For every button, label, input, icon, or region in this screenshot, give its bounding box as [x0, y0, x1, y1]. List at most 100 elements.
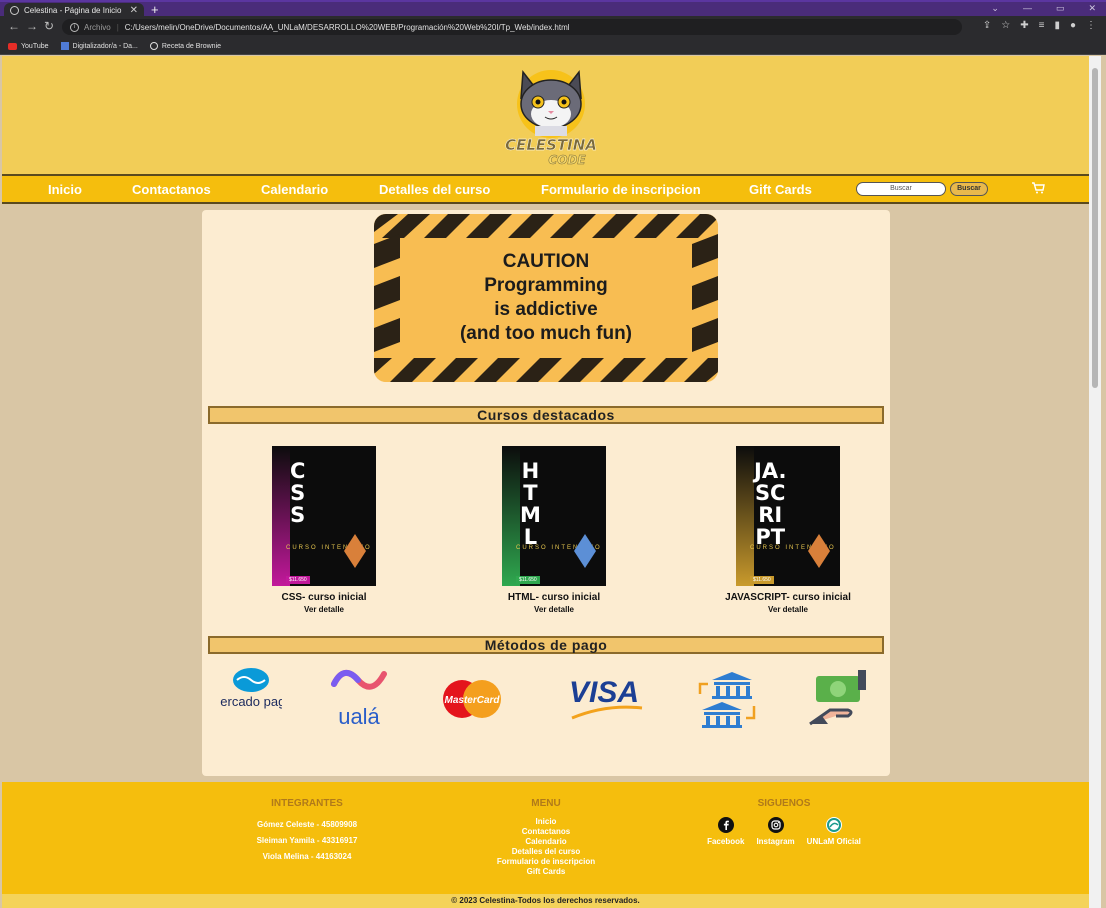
- diamond-icon: [344, 534, 366, 568]
- footer-link-formulario[interactable]: Formulario de inscripcion: [476, 857, 616, 867]
- course-poster-javascript[interactable]: JA. SC RI PT CURSO INTENSIVO $11.650: [736, 446, 840, 586]
- sidepanel-icon[interactable]: ▮: [1054, 20, 1060, 32]
- bookmarks-bar: YouTube Digitalizador/a - Da... Receta d…: [0, 38, 1106, 55]
- diamond-icon: [808, 534, 830, 568]
- footer-link-detalles[interactable]: Detalles del curso: [476, 847, 616, 857]
- nav-item-inicio[interactable]: Inicio: [48, 182, 82, 197]
- search-input[interactable]: Buscar: [856, 182, 946, 196]
- forward-arrow-icon[interactable]: →: [26, 20, 38, 32]
- course-poster-css[interactable]: CSS CURSO INTENSIVO $11.650: [272, 446, 376, 586]
- member-name: Gómez Celeste - 45809908: [256, 820, 358, 829]
- poster-title: HTML: [520, 459, 541, 549]
- poster-title: CSS: [290, 459, 306, 527]
- visa-logo: VISA: [569, 676, 643, 720]
- back-arrow-icon[interactable]: ←: [8, 20, 20, 32]
- nav-item-contactanos[interactable]: Contactanos: [132, 182, 211, 197]
- footer-integrantes: INTEGRANTES Gómez Celeste - 45809908 Sle…: [222, 798, 392, 865]
- uala-logo: ualá: [331, 670, 387, 728]
- social-label: Facebook: [707, 837, 745, 846]
- menu-kebab-icon[interactable]: ⋮: [1086, 20, 1096, 32]
- copyright-text: © 2023 Celestina-Todos los derechos rese…: [2, 894, 1089, 908]
- window-controls: ⌄ — ▭ ✕: [991, 3, 1096, 14]
- course-card-html: HTML CURSO INTENSIVO $11.650 HTML- curso…: [474, 446, 634, 614]
- caution-text: CAUTION Programming is addictive (and to…: [374, 250, 718, 346]
- youtube-icon: [8, 42, 17, 50]
- instagram-icon: [767, 817, 784, 833]
- close-window-icon[interactable]: ✕: [1088, 3, 1096, 14]
- info-icon[interactable]: i: [70, 22, 79, 32]
- close-tab-icon[interactable]: ✕: [130, 5, 138, 16]
- social-instagram[interactable]: Instagram: [756, 817, 795, 846]
- globe-icon: [149, 42, 158, 50]
- caution-line-3: is addictive: [494, 299, 598, 320]
- course-title: JAVASCRIPT- curso inicial: [725, 592, 851, 603]
- poster-stripe: [502, 446, 520, 586]
- caution-line-1: CAUTION: [502, 251, 590, 272]
- url-text: C:/Users/melin/OneDrive/Documentos/AA_UN…: [124, 22, 570, 32]
- footer-link-calendario[interactable]: Calendario: [476, 837, 616, 847]
- bookmark-label: YouTube: [21, 42, 49, 50]
- bookmark-favicon-icon: [60, 42, 69, 50]
- featured-courses-title: Cursos destacados: [208, 406, 884, 424]
- svg-text:CELESTINA: CELESTINA: [505, 136, 597, 154]
- footer-link-inicio[interactable]: Inicio: [476, 817, 616, 827]
- poster-title: JA. SC RI PT: [754, 459, 787, 549]
- footer-menu: MENU Inicio Contactanos Calendario Detal…: [476, 798, 616, 877]
- nav-item-detalles[interactable]: Detalles del curso: [379, 182, 490, 197]
- chevron-down-icon[interactable]: ⌄: [991, 3, 999, 14]
- profile-icon[interactable]: ●: [1070, 20, 1076, 32]
- poster-stripe: [272, 446, 290, 586]
- globe-icon: [10, 6, 19, 15]
- social-unlam[interactable]: UNLaM Oficial: [807, 817, 861, 846]
- course-card-css: CSS CURSO INTENSIVO $11.650 CSS- curso i…: [244, 446, 404, 614]
- new-tab-button[interactable]: +: [151, 3, 159, 16]
- address-toolbar: ← → ↻ i Archivo | C:/Users/melin/OneDriv…: [0, 16, 1106, 38]
- site-footer: INTEGRANTES Gómez Celeste - 45809908 Sle…: [2, 782, 1089, 908]
- course-detail-link[interactable]: Ver detalle: [244, 605, 404, 614]
- course-detail-link[interactable]: Ver detalle: [708, 605, 868, 614]
- minimize-icon[interactable]: —: [1023, 3, 1032, 14]
- cash-payment-icon: [809, 670, 866, 726]
- course-card-javascript: JA. SC RI PT CURSO INTENSIVO $11.650 JAVASC…: [708, 446, 868, 614]
- member-name: Sleiman Yamila - 43316917: [256, 836, 358, 845]
- share-icon[interactable]: ⇪: [983, 20, 991, 32]
- nav-item-calendario[interactable]: Calendario: [261, 182, 328, 197]
- bookmark-brownie[interactable]: Receta de Brownie: [149, 42, 222, 50]
- browser-tab-strip: Celestina - Página de Inicio ✕ + ⌄ — ▭ ✕: [0, 0, 1106, 18]
- footer-heading: SIGUENOS: [757, 798, 811, 809]
- social-links: Facebook Instagram UNLaM Oficial: [694, 817, 874, 846]
- star-icon[interactable]: ☆: [1001, 20, 1010, 32]
- search-button[interactable]: Buscar: [950, 182, 988, 196]
- caution-line-4: (and too much fun): [459, 323, 633, 344]
- bookmark-youtube[interactable]: YouTube: [8, 42, 49, 50]
- celestina-cat-logo[interactable]: CELESTINA CODE: [505, 64, 597, 168]
- site-header: CELESTINA CODE: [2, 56, 1089, 174]
- facebook-icon: [717, 817, 734, 833]
- social-facebook[interactable]: Facebook: [707, 817, 744, 846]
- footer-link-contactanos[interactable]: Contactanos: [476, 827, 616, 837]
- caution-banner: CAUTION Programming is addictive (and to…: [374, 214, 718, 382]
- bookmark-digitalizador[interactable]: Digitalizador/a - Da...: [60, 42, 138, 50]
- mastercard-logo: MasterCard: [443, 680, 501, 718]
- bookmark-label: Receta de Brownie: [161, 42, 222, 50]
- bookmark-label: Digitalizador/a - Da...: [72, 42, 138, 50]
- address-bar[interactable]: i Archivo | C:/Users/melin/OneDrive/Docu…: [62, 19, 962, 35]
- tab-title: Celestina - Página de Inicio: [24, 6, 122, 15]
- cart-icon[interactable]: [1031, 182, 1045, 194]
- course-poster-html[interactable]: HTML CURSO INTENSIVO $11.650: [502, 446, 606, 586]
- nav-item-formulario[interactable]: Formulario de inscripcion: [541, 182, 701, 197]
- reload-icon[interactable]: ↻: [44, 20, 54, 32]
- course-detail-link[interactable]: Ver detalle: [474, 605, 634, 614]
- footer-social: SIGUENOS Facebook Instagram UNLaM Oficia…: [694, 798, 874, 846]
- diamond-icon: [574, 534, 596, 568]
- maximize-icon[interactable]: ▭: [1056, 3, 1065, 14]
- scrollbar-thumb[interactable]: [1092, 68, 1098, 388]
- footer-heading: MENU: [531, 798, 561, 809]
- page-scrollbar[interactable]: [1089, 56, 1101, 908]
- reading-list-icon[interactable]: ≡: [1039, 20, 1045, 32]
- extensions-icon[interactable]: ✚: [1020, 20, 1028, 32]
- footer-link-giftcards[interactable]: Gift Cards: [476, 867, 616, 877]
- nav-item-giftcards[interactable]: Gift Cards: [749, 182, 812, 197]
- mercado-pago-logo: mercado pago: [220, 668, 282, 709]
- main-navbar: Inicio Contactanos Calendario Detalles d…: [2, 174, 1089, 204]
